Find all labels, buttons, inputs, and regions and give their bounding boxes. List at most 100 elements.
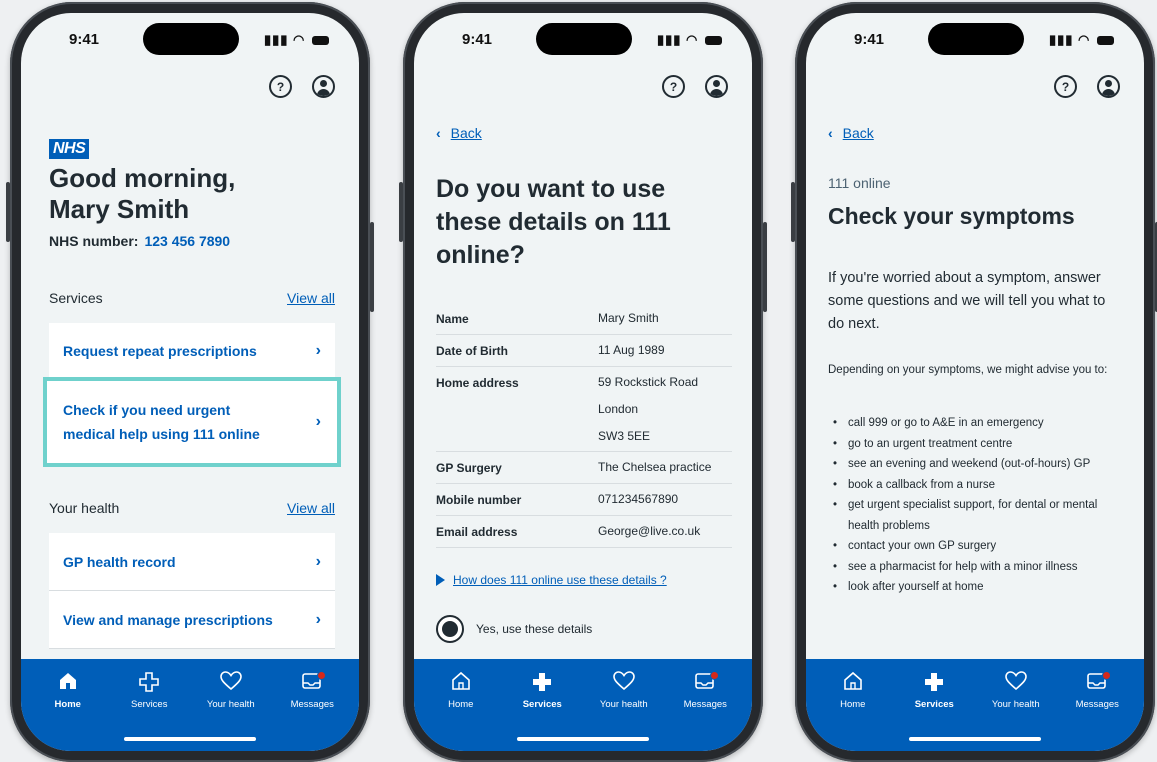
- dynamic-island: [928, 23, 1024, 55]
- back-link[interactable]: ‹ Back: [436, 125, 482, 141]
- phone-symptoms: 9:41 ▮▮▮ ◠ ? ‹ Back 111 online Check you…: [791, 2, 1157, 762]
- services-view-all-link[interactable]: View all: [287, 290, 335, 306]
- radio-checked-icon: [436, 615, 464, 643]
- nhs-number: NHS number: 123 456 7890: [49, 233, 230, 249]
- chevron-right-icon: ›: [315, 610, 321, 628]
- tab-home[interactable]: Home: [426, 671, 496, 710]
- tab-your-health[interactable]: Your health: [589, 671, 659, 710]
- back-link[interactable]: ‹ Back: [828, 125, 874, 141]
- help-icon[interactable]: ?: [662, 75, 685, 98]
- unread-dot: [317, 671, 327, 680]
- tab-label: Your health: [991, 699, 1040, 710]
- your-health-view-all-link[interactable]: View all: [287, 500, 335, 516]
- greeting-name: Mary Smith: [49, 194, 190, 224]
- details-row-gp: GP Surgery The Chelsea practice: [436, 452, 732, 484]
- tab-bar: Home Services Your health Messages: [806, 659, 1144, 751]
- plus-icon: [507, 671, 577, 695]
- details-value: Mary Smith: [598, 311, 659, 325]
- account-icon[interactable]: [705, 75, 728, 98]
- status-time: 9:41: [69, 31, 100, 48]
- dynamic-island: [143, 23, 239, 55]
- heart-icon: [981, 671, 1051, 695]
- greeting-line1: Good morning,: [49, 163, 236, 193]
- status-bar: 9:41 ▮▮▮ ◠: [806, 23, 1144, 55]
- details-key: Name: [436, 312, 469, 326]
- service-item-111-online-highlighted[interactable]: Check if you need urgent medical help us…: [43, 377, 341, 467]
- health-item-gp-record[interactable]: GP health record ›: [49, 533, 335, 591]
- details-key: Email address: [436, 525, 518, 539]
- list-item: see an evening and weekend (out-of-hours…: [828, 454, 1122, 475]
- plus-icon: [899, 671, 969, 695]
- advice-list: call 999 or go to A&E in an emergency go…: [828, 413, 1122, 598]
- tab-messages[interactable]: Messages: [670, 671, 740, 710]
- tab-label: Home: [448, 699, 474, 710]
- list-item: look after yourself at home: [828, 577, 1122, 598]
- tab-label: Your health: [599, 699, 648, 710]
- list-item: get urgent specialist support, for denta…: [828, 495, 1122, 536]
- help-icon[interactable]: ?: [1054, 75, 1077, 98]
- details-row-mobile: Mobile number 071234567890: [436, 484, 732, 516]
- services-heading: Services: [49, 290, 103, 306]
- your-health-header: Your health View all: [49, 500, 335, 516]
- tab-your-health[interactable]: Your health: [196, 671, 266, 710]
- tab-home[interactable]: Home: [33, 671, 103, 710]
- expander-label: How does 111 online use these details ?: [453, 573, 667, 587]
- health-item-prescriptions[interactable]: View and manage prescriptions ›: [49, 591, 335, 649]
- account-icon[interactable]: [312, 75, 335, 98]
- unread-dot: [1102, 671, 1112, 680]
- tab-your-health[interactable]: Your health: [981, 671, 1051, 710]
- account-icon[interactable]: [1097, 75, 1120, 98]
- dynamic-island: [536, 23, 632, 55]
- details-key: Date of Birth: [436, 344, 508, 358]
- address-line: London: [598, 402, 639, 416]
- screen-symptoms: 9:41 ▮▮▮ ◠ ? ‹ Back 111 online Check you…: [806, 13, 1144, 751]
- tab-messages[interactable]: Messages: [1062, 671, 1132, 710]
- help-icon[interactable]: ?: [269, 75, 292, 98]
- heart-icon: [589, 671, 659, 695]
- nhs-number-value: 123 456 7890: [144, 233, 231, 249]
- home-indicator: [517, 737, 649, 741]
- tab-label: Messages: [290, 699, 334, 710]
- details-table: Name Mary Smith Date of Birth 11 Aug 198…: [436, 303, 732, 548]
- page-title: Check your symptoms: [828, 203, 1075, 229]
- top-icons: ?: [662, 75, 728, 98]
- details-row-email: Email address George@live.co.uk: [436, 516, 732, 548]
- page-title: Do you want to use these details on 111 …: [436, 175, 671, 269]
- tab-services[interactable]: Services: [899, 671, 969, 710]
- service-item-repeat-prescriptions[interactable]: Request repeat prescriptions ›: [49, 323, 335, 380]
- tab-label: Home: [54, 699, 81, 710]
- messages-icon: [277, 671, 347, 695]
- details-key: Mobile number: [436, 493, 522, 507]
- details-expander[interactable]: How does 111 online use these details ?: [436, 573, 667, 587]
- list-item: book a callback from a nurse: [828, 475, 1122, 496]
- details-value: 59 Rockstick Road London SW3 5EE: [598, 369, 732, 450]
- radio-use-details[interactable]: Yes, use these details: [436, 615, 592, 643]
- plus-outline-icon: [114, 671, 184, 695]
- screen-home: 9:41 ▮▮▮ ◠ ? NHS Good morning, Mary Smit…: [21, 13, 359, 751]
- home-icon: [33, 671, 103, 695]
- your-health-heading: Your health: [49, 500, 120, 516]
- status-time: 9:41: [462, 31, 493, 48]
- unread-dot: [710, 671, 720, 680]
- details-key: GP Surgery: [436, 461, 502, 475]
- tab-messages[interactable]: Messages: [277, 671, 347, 710]
- service-item-111-online[interactable]: Check if you need urgent medical help us…: [47, 381, 337, 463]
- chevron-left-icon: ‹: [436, 125, 441, 141]
- tab-label: Services: [131, 699, 168, 710]
- tab-services[interactable]: Services: [507, 671, 577, 710]
- tab-bar: Home Services Your health Messages: [21, 659, 359, 751]
- tab-home[interactable]: Home: [818, 671, 888, 710]
- details-row-dob: Date of Birth 11 Aug 1989: [436, 335, 732, 367]
- tab-label: Home: [840, 699, 866, 710]
- list-item: call 999 or go to A&E in an emergency: [828, 413, 1122, 434]
- service-item-label: Request repeat prescriptions: [63, 343, 257, 359]
- services-header: Services View all: [49, 290, 335, 306]
- nhs-number-label: NHS number:: [49, 233, 139, 249]
- details-row-name: Name Mary Smith: [436, 303, 732, 335]
- signal-wifi-battery-icon: ▮▮▮ ◠: [264, 32, 329, 48]
- tab-services[interactable]: Services: [114, 671, 184, 710]
- details-value: George@live.co.uk: [598, 524, 701, 538]
- top-icons: ?: [269, 75, 335, 98]
- back-label: Back: [450, 125, 482, 141]
- chevron-right-icon: ›: [315, 552, 321, 570]
